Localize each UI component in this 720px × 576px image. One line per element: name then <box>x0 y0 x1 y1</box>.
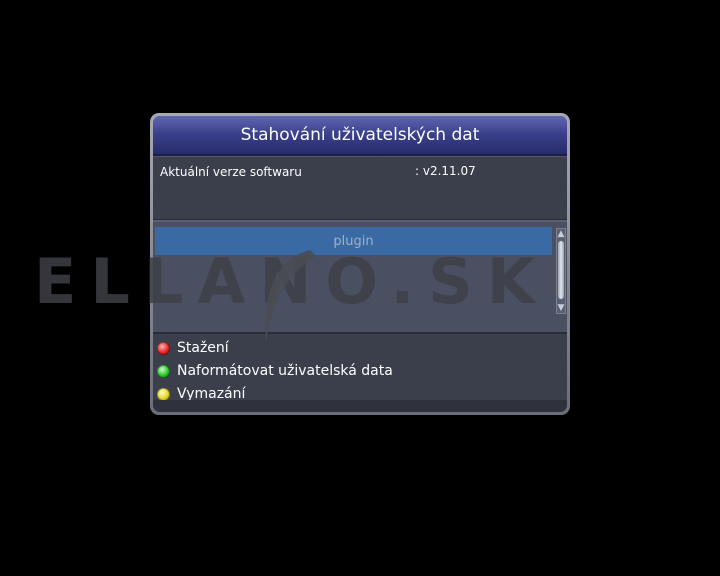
scroll-thumb[interactable] <box>558 241 564 299</box>
download-action-label: Stažení <box>177 340 229 356</box>
software-version-value: : v2.11.07 <box>415 164 476 178</box>
scroll-down-icon[interactable]: ▼ <box>557 303 565 313</box>
red-button-icon <box>157 341 170 355</box>
color-key-actions: Stažení Naformátovat uživatelská data Vy… <box>153 332 567 402</box>
yellow-button-icon <box>157 387 170 401</box>
dialog-title-bar: Stahování uživatelských dat <box>153 116 567 156</box>
list-scrollbar[interactable]: ▲ ▼ <box>556 228 566 314</box>
list-item-label: plugin <box>333 233 374 249</box>
download-user-data-dialog: Stahování uživatelských dat Aktuální ver… <box>150 113 570 415</box>
green-button-icon <box>157 364 170 378</box>
download-action[interactable]: Stažení <box>157 338 229 358</box>
scroll-up-icon[interactable]: ▲ <box>557 229 565 239</box>
user-data-list: plugin ▲ ▼ <box>153 220 567 334</box>
format-user-data-action[interactable]: Naformátovat uživatelská data <box>157 361 393 381</box>
software-version-label: Aktuální verze softwaru <box>160 165 302 179</box>
dialog-title: Stahování uživatelských dat <box>240 125 480 145</box>
list-item[interactable]: plugin <box>155 227 552 255</box>
software-info-panel: Aktuální verze softwaru : v2.11.07 <box>153 156 567 220</box>
dialog-footer <box>153 400 567 412</box>
dialog-body: Stahování uživatelských dat Aktuální ver… <box>153 116 567 412</box>
format-user-data-action-label: Naformátovat uživatelská data <box>177 363 393 379</box>
